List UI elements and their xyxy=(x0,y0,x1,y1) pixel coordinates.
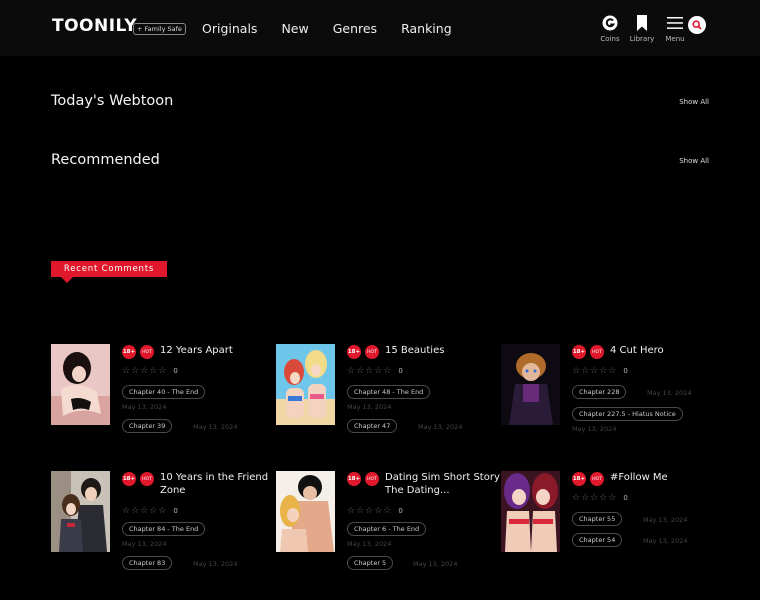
nav-originals[interactable]: Originals xyxy=(202,21,257,36)
rating-count: 0 xyxy=(623,367,628,375)
comment-card: 18+ HOT 12 Years Apart ☆☆☆☆☆ 0 Chapter 40… xyxy=(51,344,271,434)
star-icons: ☆☆☆☆☆ xyxy=(572,366,618,376)
adult-badge: 18+ xyxy=(347,472,361,486)
comment-card: 18+ HOT 4 Cut Hero ☆☆☆☆☆ 0 Chapter 228 Ma… xyxy=(501,344,721,434)
rating-stars[interactable]: ☆☆☆☆☆ 0 xyxy=(122,506,178,516)
adult-badge: 18+ xyxy=(347,345,361,359)
rating-count: 0 xyxy=(173,507,178,515)
chapter-link[interactable]: Chapter 40 - The End xyxy=(122,385,206,399)
chapter-link[interactable]: Chapter 84 - The End xyxy=(122,522,206,536)
rating-stars[interactable]: ☆☆☆☆☆ 0 xyxy=(122,366,178,376)
rating-count: 0 xyxy=(398,507,403,515)
chapter-date: May 13, 2024 xyxy=(193,423,238,431)
chapter-link[interactable]: Chapter 54 xyxy=(572,533,623,547)
search-icon xyxy=(692,20,702,30)
chapter-link[interactable]: Chapter 39 xyxy=(122,419,173,433)
chapter-date: May 13, 2024 xyxy=(122,540,167,548)
comic-title[interactable]: 10 Years in the Friend Zone xyxy=(160,471,275,497)
chapter-link[interactable]: Chapter 47 xyxy=(347,419,398,433)
adult-badge: 18+ xyxy=(122,472,136,486)
comment-card: 18+ HOT 10 Years in the Friend Zone ☆☆☆☆… xyxy=(51,471,271,570)
rating-stars[interactable]: ☆☆☆☆☆ 0 xyxy=(572,493,628,503)
rating-count: 0 xyxy=(398,367,403,375)
star-icons: ☆☆☆☆☆ xyxy=(347,506,393,516)
chapter-link[interactable]: Chapter 6 - The End xyxy=(347,522,427,536)
star-icons: ☆☆☆☆☆ xyxy=(122,366,168,376)
chapter-date: May 13, 2024 xyxy=(643,516,688,524)
chapter-date: May 13, 2024 xyxy=(418,423,463,431)
comic-cover[interactable] xyxy=(276,344,335,425)
main-nav: Originals New Genres Ranking xyxy=(202,21,452,36)
comic-title[interactable]: #Follow Me xyxy=(610,471,725,484)
chapter-link[interactable]: Chapter 83 xyxy=(122,556,173,570)
comment-card: 18+ HOT 15 Beauties ☆☆☆☆☆ 0 Chapter 48 - … xyxy=(276,344,496,434)
hot-badge: HOT xyxy=(365,472,379,486)
comic-cover[interactable] xyxy=(501,344,560,425)
logo-part-1: TOO xyxy=(52,16,94,36)
todays-webtoon-show-all[interactable]: Show All xyxy=(679,98,709,106)
menu-label: Menu xyxy=(665,35,685,43)
adult-badge: 18+ xyxy=(122,345,136,359)
chapter-date: May 13, 2024 xyxy=(347,403,392,411)
nav-ranking[interactable]: Ranking xyxy=(401,21,452,36)
rating-count: 0 xyxy=(623,494,628,502)
logo-part-2: NILY xyxy=(94,16,138,36)
comic-title[interactable]: Dating Sim Short Story The Dating... xyxy=(385,471,500,497)
chapter-link[interactable]: Chapter 5 xyxy=(347,556,394,570)
chapter-link[interactable]: Chapter 228 xyxy=(572,385,627,399)
chapter-date: May 13, 2024 xyxy=(643,537,688,545)
star-icons: ☆☆☆☆☆ xyxy=(572,493,618,503)
hot-badge: HOT xyxy=(590,345,604,359)
comment-card: 18+ HOT Dating Sim Short Story The Datin… xyxy=(276,471,500,570)
adult-badge: 18+ xyxy=(572,345,586,359)
chapter-link[interactable]: Chapter 227.5 - Hiatus Notice xyxy=(572,407,683,421)
comic-cover[interactable] xyxy=(51,344,110,425)
chapter-link[interactable]: Chapter 55 xyxy=(572,512,623,526)
search-button[interactable] xyxy=(688,16,706,34)
hot-badge: HOT xyxy=(590,472,604,486)
site-logo[interactable]: TOONILY xyxy=(52,16,137,36)
comic-title[interactable]: 12 Years Apart xyxy=(160,344,275,357)
comment-card: 18+ HOT #Follow Me ☆☆☆☆☆ 0 Chapter 55 May… xyxy=(501,471,721,561)
rating-stars[interactable]: ☆☆☆☆☆ 0 xyxy=(347,506,403,516)
chapter-date: May 13, 2024 xyxy=(193,560,238,568)
star-icons: ☆☆☆☆☆ xyxy=(122,506,168,516)
comic-cover[interactable] xyxy=(51,471,110,552)
star-icons: ☆☆☆☆☆ xyxy=(347,366,393,376)
recommended-show-all[interactable]: Show All xyxy=(679,157,709,165)
hot-badge: HOT xyxy=(140,472,154,486)
chapter-date: May 13, 2024 xyxy=(122,403,167,411)
chapter-date: May 13, 2024 xyxy=(347,540,392,548)
nav-new[interactable]: New xyxy=(281,21,308,36)
hot-badge: HOT xyxy=(140,345,154,359)
chapter-date: May 13, 2024 xyxy=(413,560,458,568)
hot-badge: HOT xyxy=(365,345,379,359)
family-safe-toggle[interactable]: + Family Safe xyxy=(133,23,186,35)
comic-title[interactable]: 4 Cut Hero xyxy=(610,344,725,357)
chapter-date: May 13, 2024 xyxy=(572,425,617,433)
comic-title[interactable]: 15 Beauties xyxy=(385,344,500,357)
chapter-link[interactable]: Chapter 48 - The End xyxy=(347,385,431,399)
rating-stars[interactable]: ☆☆☆☆☆ 0 xyxy=(347,366,403,376)
recommended-title: Recommended xyxy=(51,152,160,168)
comic-cover[interactable] xyxy=(276,471,335,552)
comic-cover[interactable] xyxy=(501,471,560,552)
chapter-date: May 13, 2024 xyxy=(647,389,692,397)
adult-badge: 18+ xyxy=(572,472,586,486)
rating-stars[interactable]: ☆☆☆☆☆ 0 xyxy=(572,366,628,376)
site-header: TOONILY + Family Safe Originals New Genr… xyxy=(0,0,760,56)
rating-count: 0 xyxy=(173,367,178,375)
recent-comments-tag: Recent Comments xyxy=(51,261,167,283)
todays-webtoon-title: Today's Webtoon xyxy=(51,93,174,109)
nav-genres[interactable]: Genres xyxy=(333,21,377,36)
